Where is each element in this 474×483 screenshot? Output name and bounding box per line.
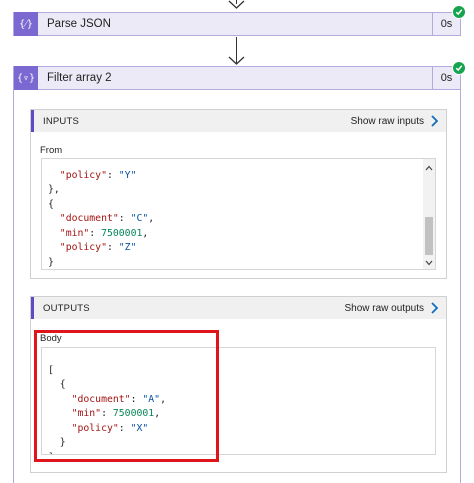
curly-braces-icon: {⁄} [14, 12, 38, 36]
action-title: Filter array 2 [47, 72, 112, 84]
outputs-section-header: OUTPUTS Show raw outputs [31, 297, 446, 319]
scroll-down-icon[interactable] [425, 260, 433, 266]
chevron-right-icon[interactable] [430, 115, 438, 127]
code-line: "policy": "Z" [48, 242, 137, 253]
connector-arrow-icon [228, 0, 245, 9]
highlight-box [34, 330, 219, 462]
code-line: "min": 7500001, [48, 227, 149, 239]
code-line: }, [48, 184, 60, 195]
code-line: { [48, 198, 54, 210]
scroll-thumb[interactable] [425, 217, 433, 255]
success-check-icon [452, 5, 466, 19]
inputs-section: INPUTS Show raw inputs From "policy": "Y… [30, 109, 447, 279]
success-check-icon [452, 61, 466, 75]
code-content: "policy": "Y" }, { "document": "C", "min… [48, 159, 155, 269]
field-label-from: From [40, 145, 63, 156]
vertical-scrollbar[interactable] [423, 159, 435, 269]
filter-braces-icon: {▿} [14, 66, 38, 90]
connector-arrow-icon [228, 56, 245, 65]
inputs-code-viewer[interactable]: "policy": "Y" }, { "document": "C", "min… [41, 158, 436, 270]
chevron-right-icon[interactable] [430, 302, 438, 314]
show-raw-inputs-link[interactable]: Show raw inputs [351, 116, 424, 127]
code-line: "policy": "Y" [48, 169, 137, 181]
scroll-up-icon[interactable] [425, 165, 433, 171]
section-title: OUTPUTS [43, 302, 90, 314]
code-line: } [48, 256, 54, 268]
section-title: INPUTS [43, 115, 80, 127]
filter-array-action-header[interactable]: {▿} Filter array 2 0s [13, 66, 461, 90]
inputs-section-header: INPUTS Show raw inputs [31, 110, 446, 132]
parse-json-action[interactable]: {⁄} Parse JSON 0s [13, 12, 461, 36]
action-title: Parse JSON [47, 18, 111, 30]
code-line: "document": "C", [48, 213, 155, 224]
show-raw-outputs-link[interactable]: Show raw outputs [345, 303, 425, 314]
